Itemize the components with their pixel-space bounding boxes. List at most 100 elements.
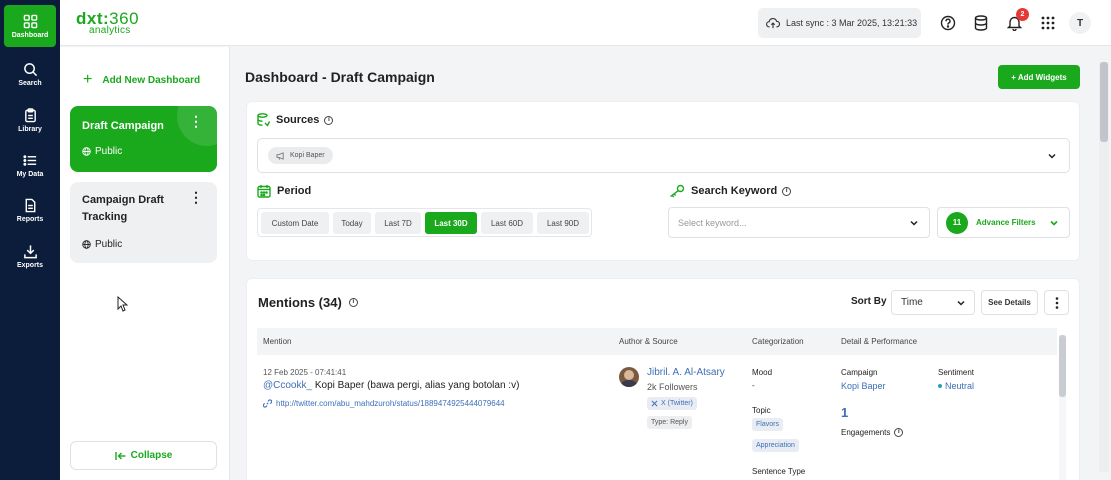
chevron-down-icon	[1048, 153, 1056, 159]
database-button[interactable]	[971, 13, 991, 33]
info-icon[interactable]: i	[894, 428, 904, 437]
sources-select[interactable]: Kopi Baper	[257, 138, 1070, 173]
more-vertical-icon	[1055, 296, 1058, 309]
cloud-sync-icon	[766, 18, 780, 29]
rail-label: My Data	[16, 170, 44, 178]
period-last-30d[interactable]: Last 30D	[425, 212, 477, 234]
sort-select[interactable]: Time	[891, 290, 975, 315]
page-scrollbar[interactable]	[1099, 62, 1109, 472]
dashboard-card[interactable]: Campaign Draft Tracking ⋮ Public	[70, 182, 217, 263]
campaign-value[interactable]: Kopi Baper	[841, 381, 886, 391]
filter-count-badge: 11	[946, 211, 968, 234]
column-header: Mention	[263, 337, 292, 346]
advance-filters-button[interactable]: 11 Advance Filters	[937, 207, 1070, 238]
source-chip-label: Kopi Baper	[290, 152, 325, 159]
user-avatar[interactable]: T	[1069, 12, 1091, 34]
left-rail: Dashboard Search Library My Data Reports…	[0, 0, 60, 480]
platform-badge: X (Twitter)	[647, 397, 697, 410]
megaphone-icon	[276, 151, 284, 160]
mouse-cursor-icon	[117, 296, 129, 312]
info-icon[interactable]: i	[324, 115, 334, 125]
engagements-label: Engagements	[841, 428, 891, 437]
see-details-button[interactable]: See Details	[981, 290, 1038, 315]
grid-icon	[23, 14, 37, 28]
rail-item-dashboard[interactable]: Dashboard	[4, 5, 56, 47]
rail-item-exports[interactable]: Exports	[4, 235, 56, 277]
rail-label: Exports	[16, 261, 44, 269]
author-followers: 2k Followers	[647, 382, 698, 392]
add-new-dashboard-button[interactable]: + Add New Dashboard	[83, 71, 200, 89]
list-icon	[22, 154, 36, 166]
period-heading: Period	[257, 184, 311, 198]
chevron-down-icon	[910, 220, 918, 226]
visibility-label: Public	[95, 239, 123, 250]
engagements-value: 1	[841, 405, 849, 420]
dashboard-card-title: Draft Campaign	[82, 120, 164, 132]
period-last-7d[interactable]: Last 7D	[375, 212, 421, 234]
sources-heading: Sources i	[257, 113, 334, 127]
globe-icon	[82, 240, 91, 249]
mention-timestamp: 12 Feb 2025 - 07:41:41	[263, 368, 347, 377]
table-header: Mention Author & Source Categorization D…	[257, 328, 1057, 355]
engagements-label-wrap: Engagements i	[841, 428, 904, 437]
platform-label: X (Twitter)	[661, 400, 693, 407]
sentence-type-label: Sentence Type	[752, 467, 806, 476]
rail-label: Reports	[16, 215, 44, 223]
page-scrollbar-thumb[interactable]	[1100, 62, 1108, 142]
app-logo[interactable]: dxt:360 analytics	[76, 9, 139, 36]
more-options-button[interactable]	[1044, 290, 1069, 315]
mood-label: Mood	[752, 368, 773, 377]
x-twitter-icon	[651, 400, 658, 407]
period-selector: Custom Date Today Last 7D Last 30D Last …	[257, 208, 592, 237]
topic-tag: Flavors	[752, 418, 783, 431]
dashboard-card-active[interactable]: Draft Campaign ⋮ Public	[70, 106, 217, 172]
sentiment-value: Neutral	[945, 381, 975, 391]
add-dashboard-label: Add New Dashboard	[102, 74, 201, 86]
rail-label: Library	[18, 125, 42, 133]
period-label: Period	[277, 185, 312, 197]
link-icon	[263, 399, 272, 408]
period-last-90d[interactable]: Last 90D	[537, 212, 589, 234]
period-last-60d[interactable]: Last 60D	[481, 212, 533, 234]
rail-item-library[interactable]: Library	[4, 99, 56, 141]
rail-item-search[interactable]: Search	[4, 53, 56, 95]
mention-handle[interactable]: @Ccookk_	[263, 380, 312, 391]
mention-link[interactable]: http://twitter.com/abu_mahdzuroh/status/…	[263, 399, 505, 408]
collapse-icon	[114, 451, 126, 460]
mentions-heading: Mentions (34) i	[258, 295, 358, 310]
dashboard-card-title: Campaign Draft Tracking	[82, 194, 164, 223]
card-menu-icon[interactable]: ⋮	[189, 114, 203, 128]
author-name[interactable]: Jibril. A. Al-Atsary	[647, 367, 725, 378]
card-menu-icon[interactable]: ⋮	[189, 190, 203, 204]
download-icon	[23, 244, 37, 258]
column-header: Detail & Performance	[841, 337, 918, 346]
help-button[interactable]	[938, 13, 958, 33]
keyword-heading: Search Keyword i	[669, 184, 792, 198]
keyword-select[interactable]: Select keyword...	[668, 207, 930, 238]
sentiment-value-wrap: Neutral	[938, 381, 974, 391]
sort-by-label: Sort By	[851, 296, 887, 307]
info-icon[interactable]: i	[348, 298, 358, 307]
apps-button[interactable]	[1038, 13, 1058, 33]
topic-label: Topic	[752, 406, 771, 415]
source-chip[interactable]: Kopi Baper	[268, 147, 333, 164]
notification-count-badge: 2	[1016, 8, 1029, 21]
mentions-panel: Mentions (34) i Sort By Time See Details…	[246, 278, 1080, 480]
mentions-title: Mentions (34)	[258, 295, 342, 310]
apps-grid-icon	[1041, 16, 1055, 30]
rail-item-reports[interactable]: Reports	[4, 189, 56, 231]
sources-label: Sources	[276, 114, 320, 126]
table-scrollbar-thumb[interactable]	[1059, 335, 1066, 397]
rail-label: Dashboard	[11, 31, 49, 39]
table-row[interactable]: 12 Feb 2025 - 07:41:41 @Ccookk_ Kopi Bap…	[257, 357, 1057, 480]
rail-item-my-data[interactable]: My Data	[4, 144, 56, 186]
collapse-button[interactable]: Collapse	[70, 441, 217, 470]
info-icon[interactable]: i	[782, 186, 792, 196]
database-icon	[974, 15, 988, 31]
add-widgets-button[interactable]: + Add Widgets	[998, 65, 1080, 89]
sentiment-label: Sentiment	[938, 368, 975, 377]
period-custom-date[interactable]: Custom Date	[261, 212, 329, 234]
period-today[interactable]: Today	[333, 212, 371, 234]
mention-type-badge: Type: Reply	[647, 416, 692, 429]
notifications-button[interactable]: 2	[1004, 8, 1029, 33]
